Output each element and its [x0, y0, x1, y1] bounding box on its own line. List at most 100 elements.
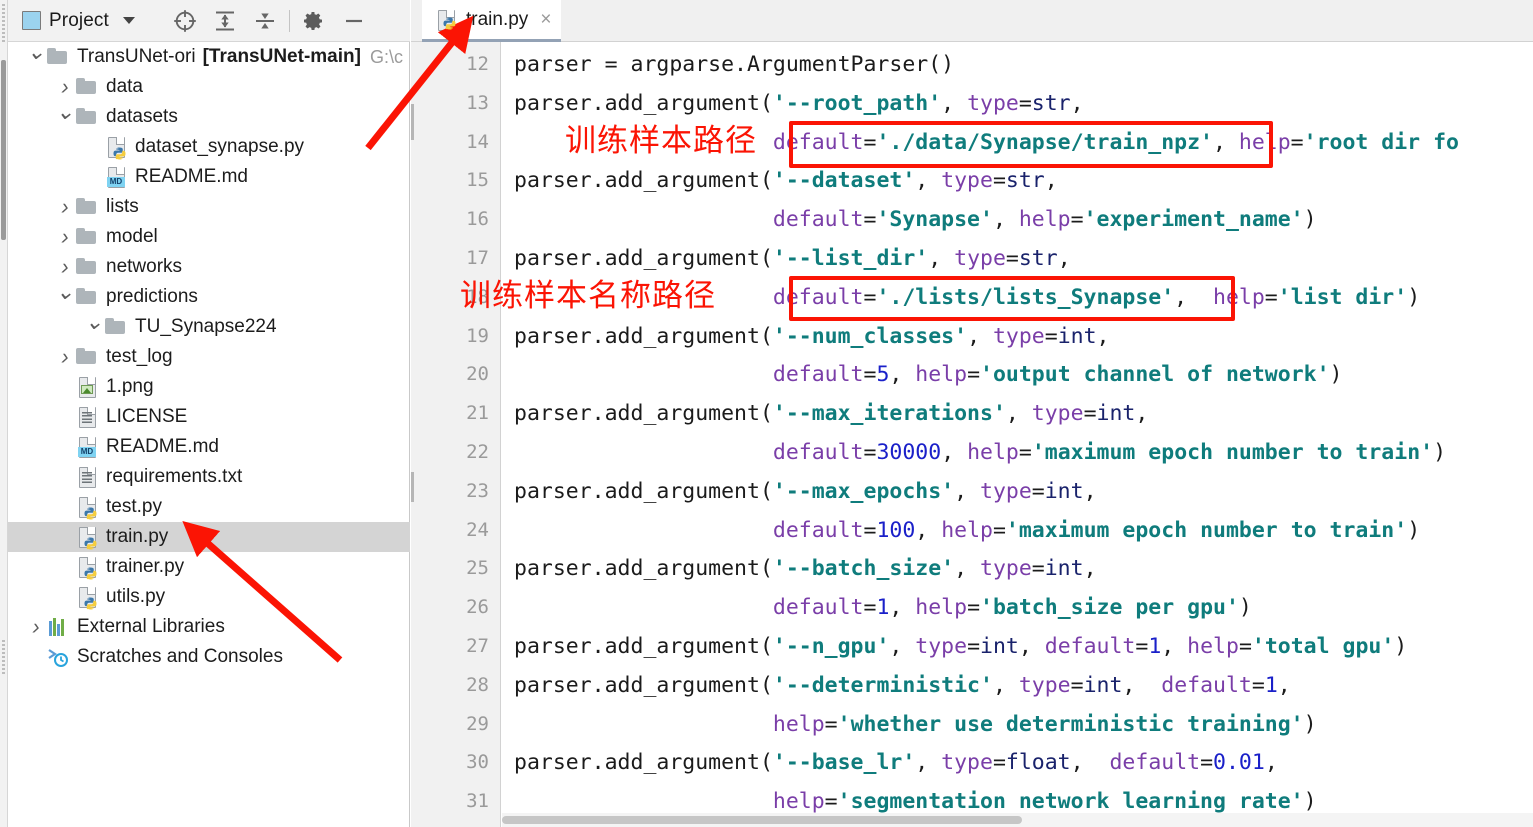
collapse-all-icon[interactable]: [245, 1, 285, 41]
code-token: type: [941, 750, 993, 776]
tree-row-utils-py[interactable]: utils.py: [8, 582, 410, 612]
tree-item-label: README.md: [135, 166, 248, 187]
code-content[interactable]: parser = argparse.ArgumentParser() parser…: [502, 42, 1533, 827]
tree-row-dataset-synapse-py[interactable]: dataset_synapse.py: [8, 132, 410, 162]
code-token: ,: [1096, 323, 1110, 349]
locate-target-icon[interactable]: [165, 1, 205, 41]
code-token: 'root dir fo: [1303, 129, 1459, 155]
code-token: type: [967, 90, 1019, 116]
code-line: parser.add_argument('--list_dir', type=s…: [514, 248, 1071, 270]
code-token: type: [1031, 401, 1084, 427]
tree-row-requirements-txt[interactable]: requirements.txt: [8, 462, 410, 492]
code-token: ): [1238, 595, 1252, 621]
code-token: type: [954, 246, 1006, 271]
disclosure-triangle[interactable]: [55, 346, 75, 368]
code-token: ): [1407, 284, 1421, 310]
tree-row-model[interactable]: model: [8, 222, 410, 252]
code-line: default=30000, help='maximum epoch numbe…: [514, 442, 1446, 464]
line-number: 12: [466, 53, 489, 75]
code-token: 'list dir': [1277, 284, 1408, 310]
code-token: =: [1031, 556, 1045, 582]
tree-row-readme-md[interactable]: MD README.md: [8, 162, 410, 192]
line-number: 26: [466, 596, 489, 619]
root-path: G:\c: [369, 46, 403, 67]
code-token: int: [1096, 401, 1136, 427]
scrollbar-thumb[interactable]: [502, 816, 1022, 824]
line-number: 25: [466, 557, 489, 580]
disclosure-triangle[interactable]: [26, 46, 46, 68]
chevron-down-icon[interactable]: [122, 17, 135, 24]
code-token: ,: [941, 440, 968, 465]
code-token: parser.add_argument(: [514, 168, 773, 194]
code-token: '--num_classes': [772, 323, 968, 349]
tree-row-license[interactable]: LICENSE: [8, 402, 410, 432]
tree-row-1-png[interactable]: 1.png: [8, 372, 410, 402]
tree-row-readme-md[interactable]: MD README.md: [8, 432, 410, 462]
tab-train-py[interactable]: train.py ×: [422, 0, 562, 42]
code-token: ,: [889, 595, 916, 621]
tree-row-root[interactable]: TransUNet-ori [TransUNet-main] G:\c: [8, 42, 410, 72]
tree-row-lists[interactable]: lists: [8, 192, 410, 222]
editor-tab-strip: train.py ×: [411, 0, 1533, 42]
line-number: 30: [466, 751, 489, 774]
root-module-name: [TransUNet-main]: [202, 46, 361, 67]
tree-row-scratches-and-consoles[interactable]: Scratches and Consoles: [8, 642, 410, 672]
code-token: ,: [1070, 750, 1110, 776]
code-token: ,: [954, 478, 980, 504]
code-line: default=1, help='batch_size per gpu'): [514, 597, 1252, 619]
strip-scroll-thumb[interactable]: [1, 60, 6, 240]
python-file-icon: [434, 9, 458, 31]
annotation-label-2: 训练样本名称路径: [460, 278, 716, 314]
code-token: help: [1238, 129, 1291, 155]
tree-row-external-libraries[interactable]: External Libraries: [8, 612, 410, 642]
toolbar-divider: [288, 9, 290, 32]
disclosure-triangle[interactable]: [84, 316, 104, 338]
line-number: 28: [466, 673, 489, 696]
disclosure-triangle[interactable]: [26, 616, 46, 638]
scratches-icon: [46, 646, 70, 668]
tree-row-predictions[interactable]: predictions: [8, 282, 410, 312]
code-token: '--dataset': [772, 168, 916, 194]
code-token: =: [1070, 672, 1084, 698]
code-token: default: [772, 362, 864, 388]
code-token: =: [863, 595, 877, 621]
code-token: str: [1031, 90, 1071, 116]
disclosure-triangle[interactable]: [55, 76, 75, 98]
tree-row-networks[interactable]: networks: [8, 252, 410, 282]
disclosure-triangle[interactable]: [55, 106, 75, 128]
tree-row-data[interactable]: data: [8, 72, 410, 102]
code-token: 'total gpu': [1251, 634, 1395, 659]
line-number: 29: [466, 712, 489, 735]
disclosure-triangle[interactable]: [55, 196, 75, 218]
code-token: =: [1044, 323, 1058, 349]
code-token: =: [863, 207, 877, 233]
settings-gear-icon[interactable]: [294, 1, 334, 41]
project-panel: Project ⌄ TransUNet-ori [TransUNet-main]…: [8, 0, 410, 827]
tree-row-test-py[interactable]: test.py: [8, 492, 410, 522]
expand-all-icon[interactable]: [205, 1, 245, 41]
code-token: '--batch_size': [772, 556, 955, 582]
tree-row-tu-synapse224[interactable]: TU_Synapse224: [8, 312, 410, 342]
minimize-icon[interactable]: [334, 1, 374, 41]
python-file-icon: [104, 136, 128, 160]
tree-row-train-py[interactable]: train.py: [8, 522, 410, 552]
tree-row-datasets[interactable]: datasets: [8, 102, 410, 132]
disclosure-triangle[interactable]: [55, 286, 75, 308]
close-icon[interactable]: ×: [540, 9, 551, 31]
tree-row-test-log[interactable]: test_log: [8, 342, 410, 372]
horizontal-scrollbar[interactable]: [502, 813, 1533, 827]
folder-icon: [104, 316, 128, 338]
disclosure-triangle[interactable]: [55, 226, 75, 248]
code-token: ): [1303, 789, 1317, 815]
text-file-icon: [75, 406, 99, 428]
disclosure-triangle[interactable]: [55, 256, 75, 278]
project-title-group[interactable]: Project: [8, 10, 135, 32]
tree-row-trainer-py[interactable]: trainer.py: [8, 552, 410, 582]
code-token: 'segmentation network learning rate': [837, 789, 1304, 815]
project-toolbar-icons: [165, 1, 374, 41]
project-window-icon: [22, 11, 41, 30]
project-panel-title: Project: [49, 9, 109, 31]
